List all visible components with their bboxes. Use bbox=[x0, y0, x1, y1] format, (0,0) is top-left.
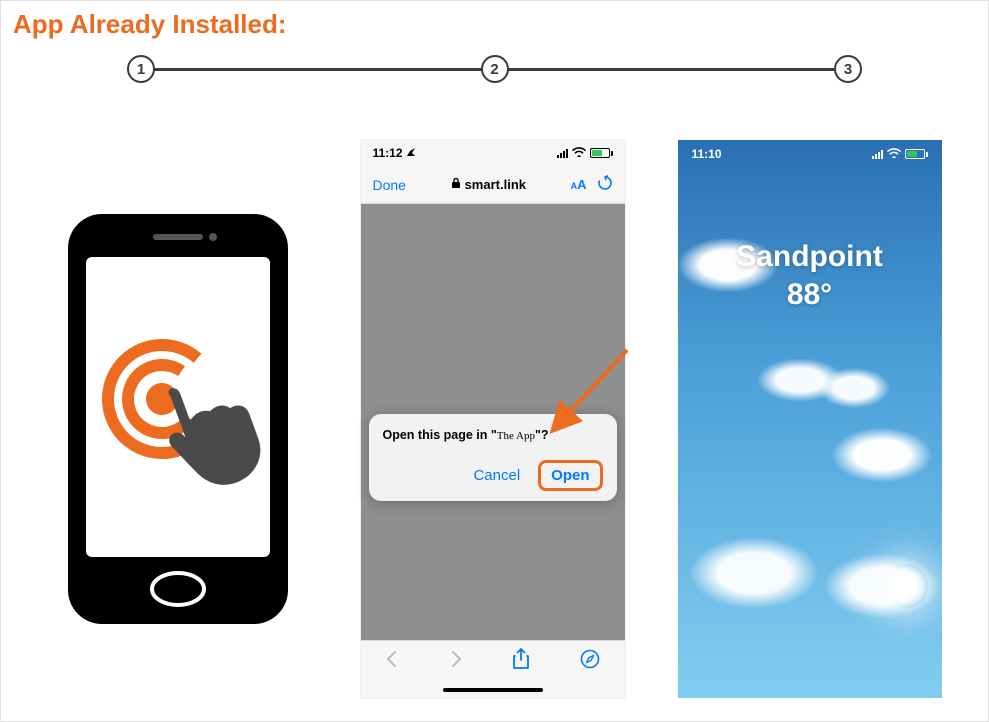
status-bar: 11:12 bbox=[361, 140, 625, 166]
home-indicator bbox=[361, 682, 625, 698]
step-3: 3 bbox=[834, 55, 862, 83]
panel-safari-dialog: 11:12 Done smart.link bbox=[361, 140, 625, 698]
done-button[interactable]: Done bbox=[373, 177, 406, 193]
temperature: 88° bbox=[678, 278, 942, 312]
cellular-signal-icon bbox=[872, 149, 883, 159]
battery-icon bbox=[905, 149, 928, 159]
wifi-icon bbox=[887, 147, 901, 161]
panels-row: 11:12 Done smart.link bbox=[1, 94, 988, 714]
section-title: App Already Installed: bbox=[1, 1, 988, 44]
text-size-button[interactable]: AA bbox=[571, 177, 587, 192]
step-1: 1 bbox=[127, 55, 155, 83]
open-button[interactable]: Open bbox=[538, 460, 602, 491]
phone-illustration bbox=[58, 209, 298, 629]
step-indicator: 1 2 3 bbox=[61, 44, 928, 94]
status-time: 11:12 bbox=[373, 146, 416, 160]
step-2: 2 bbox=[481, 55, 509, 83]
lock-icon bbox=[451, 177, 461, 192]
cloud-decoration bbox=[728, 340, 908, 420]
battery-icon bbox=[590, 148, 613, 158]
panel-weather-app: 11:10 Sandpoint 88° bbox=[678, 140, 942, 698]
wifi-icon bbox=[572, 146, 586, 160]
city-name: Sandpoint bbox=[678, 240, 942, 274]
status-bar: 11:10 bbox=[678, 140, 942, 168]
reload-icon[interactable] bbox=[597, 175, 613, 194]
share-icon[interactable] bbox=[512, 648, 530, 676]
alert-message: Open this page in "The App"? bbox=[383, 428, 603, 442]
browser-content-area: Open this page in "The App"? Cancel Open bbox=[361, 204, 625, 640]
safari-icon[interactable] bbox=[580, 649, 600, 675]
back-icon[interactable] bbox=[385, 650, 399, 674]
location-arrow-icon bbox=[406, 146, 416, 160]
browser-toolbar bbox=[361, 640, 625, 682]
browser-url-bar: Done smart.link AA bbox=[361, 166, 625, 204]
status-time: 11:10 bbox=[692, 147, 722, 161]
forward-icon[interactable] bbox=[449, 650, 463, 674]
cancel-button[interactable]: Cancel bbox=[473, 467, 520, 484]
panel-phone-tap bbox=[48, 199, 308, 639]
cellular-signal-icon bbox=[557, 148, 568, 158]
open-in-app-alert: Open this page in "The App"? Cancel Open bbox=[369, 414, 617, 501]
url-display[interactable]: smart.link bbox=[451, 177, 526, 192]
sun-decoration bbox=[884, 564, 928, 608]
